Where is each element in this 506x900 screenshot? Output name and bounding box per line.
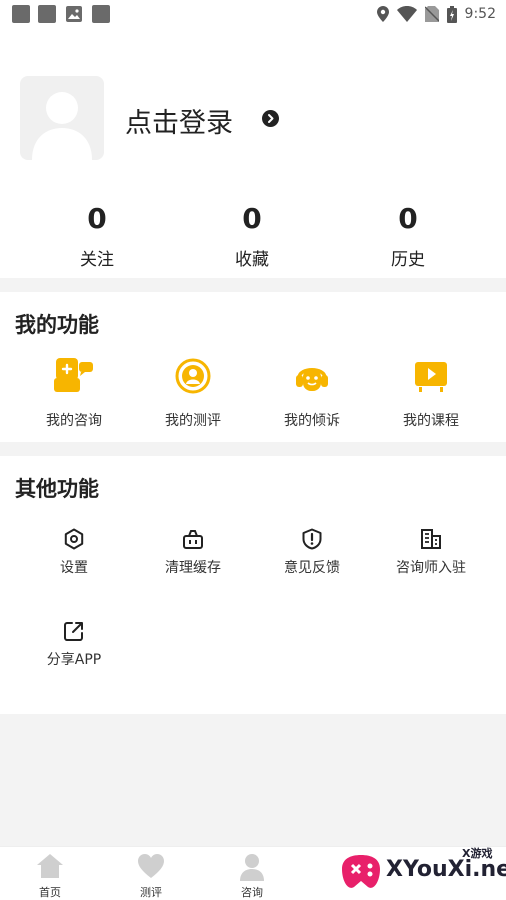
video-course-icon <box>415 362 447 392</box>
status-time: 9:52 <box>464 6 496 22</box>
item-label: 咨询师入驻 <box>396 560 466 576</box>
battery-icon <box>446 5 457 23</box>
tab-home[interactable]: 首页 <box>0 847 100 900</box>
item-label: 设置 <box>60 560 88 576</box>
gear-icon <box>64 528 84 550</box>
item-label: 清理缓存 <box>165 560 221 576</box>
home-icon <box>37 854 63 878</box>
tab-consult[interactable]: 咨询 <box>202 847 302 900</box>
notification-icon <box>92 5 110 23</box>
status-bar: 9:52 <box>0 0 506 28</box>
stat-favorites[interactable]: 0 收藏 <box>192 201 312 270</box>
profile-header: 点击登录 0 关注 0 收藏 0 历史 <box>0 28 506 278</box>
share-app-item[interactable]: 分享APP <box>14 618 134 668</box>
avatar-placeholder-icon <box>32 92 92 160</box>
stat-label: 收藏 <box>235 250 269 270</box>
item-label: 我的倾诉 <box>284 413 340 429</box>
feedback-item[interactable]: 意见反馈 <box>252 526 372 576</box>
chevron-right-icon[interactable] <box>262 110 279 127</box>
basket-icon <box>183 530 203 549</box>
assessment-icon <box>175 358 211 394</box>
item-label: 我的测评 <box>165 413 221 429</box>
other-functions-section: 其他功能 设置 清理缓存 意见反馈 咨询师入驻 分享APP <box>0 456 506 714</box>
location-icon <box>376 6 389 22</box>
clear-cache-item[interactable]: 清理缓存 <box>133 526 253 576</box>
watermark-logo: X游戏 XYouXi.net <box>336 843 506 900</box>
headset-icon <box>296 368 328 391</box>
stat-value: 0 <box>242 202 262 235</box>
heart-icon <box>138 854 164 878</box>
alert-shield-icon <box>302 528 322 550</box>
image-notification-icon <box>65 5 83 23</box>
building-icon <box>421 529 441 549</box>
person-icon <box>240 854 264 881</box>
watermark-text: XYouXi.net <box>386 857 506 882</box>
my-assessment-item[interactable]: 我的测评 <box>133 352 253 432</box>
stat-follow[interactable]: 0 关注 <box>37 201 157 270</box>
no-sim-icon <box>424 6 439 22</box>
stat-value: 0 <box>398 202 418 235</box>
item-label: 我的课程 <box>403 413 459 429</box>
my-course-item[interactable]: 我的课程 <box>371 352 491 432</box>
stat-history[interactable]: 0 历史 <box>348 201 468 270</box>
tab-assessment[interactable]: 测评 <box>101 847 201 900</box>
tab-label: 首页 <box>39 886 61 899</box>
avatar[interactable] <box>20 76 104 160</box>
notification-icon <box>12 5 30 23</box>
settings-item[interactable]: 设置 <box>14 526 134 576</box>
counselor-join-item[interactable]: 咨询师入驻 <box>371 526 491 576</box>
tab-label: 测评 <box>140 886 162 899</box>
consultant-icon <box>54 358 93 392</box>
stat-label: 历史 <box>391 250 425 270</box>
my-consult-item[interactable]: 我的咨询 <box>14 352 134 432</box>
stat-label: 关注 <box>80 250 114 270</box>
gamepad-logo-icon <box>342 855 380 888</box>
my-functions-section: 我的功能 我的咨询 我的测评 我的倾诉 我的课程 <box>0 292 506 442</box>
stat-value: 0 <box>87 202 107 235</box>
section-title: 其他功能 <box>15 477 99 501</box>
item-label: 我的咨询 <box>46 413 102 429</box>
tab-label: 咨询 <box>241 886 263 899</box>
my-talk-item[interactable]: 我的倾诉 <box>252 352 372 432</box>
section-title: 我的功能 <box>15 313 99 337</box>
item-label: 意见反馈 <box>284 560 340 576</box>
item-label: 分享APP <box>46 652 102 668</box>
login-prompt[interactable]: 点击登录 <box>125 101 233 140</box>
share-icon <box>64 622 83 641</box>
wifi-icon <box>396 6 417 22</box>
notification-icon <box>38 5 56 23</box>
